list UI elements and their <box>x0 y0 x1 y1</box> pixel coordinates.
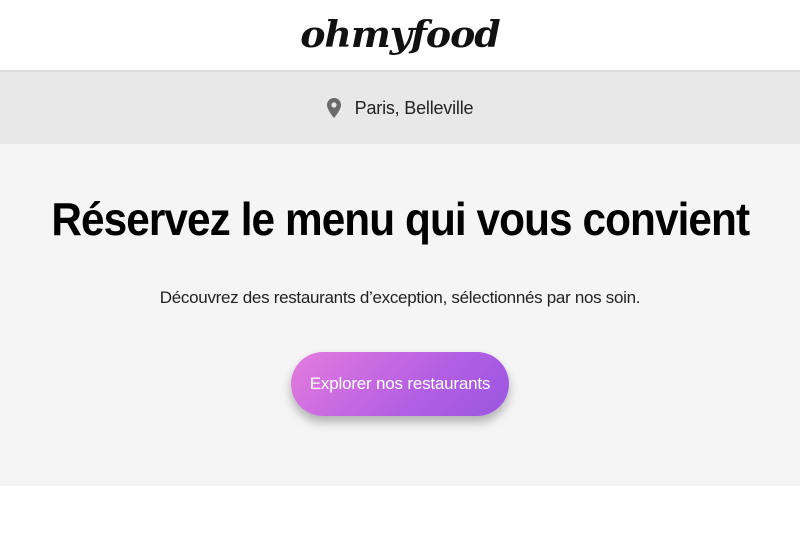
page-title: Réservez le menu qui vous convient <box>51 193 750 245</box>
hero-subtitle: Découvrez des restaurants d’exception, s… <box>159 288 641 307</box>
location-text: Paris, Belleville <box>354 97 474 118</box>
location-bar: Paris, Belleville <box>0 72 800 144</box>
location-pin-icon <box>326 98 341 118</box>
hero-section: Réservez le menu qui vous convient Décou… <box>0 144 800 486</box>
site-header: ohmyfood <box>0 0 800 72</box>
explore-restaurants-button[interactable]: Explorer nos restaurants <box>291 352 509 416</box>
content-area <box>0 486 800 560</box>
logo[interactable]: ohmyfood <box>300 14 500 56</box>
